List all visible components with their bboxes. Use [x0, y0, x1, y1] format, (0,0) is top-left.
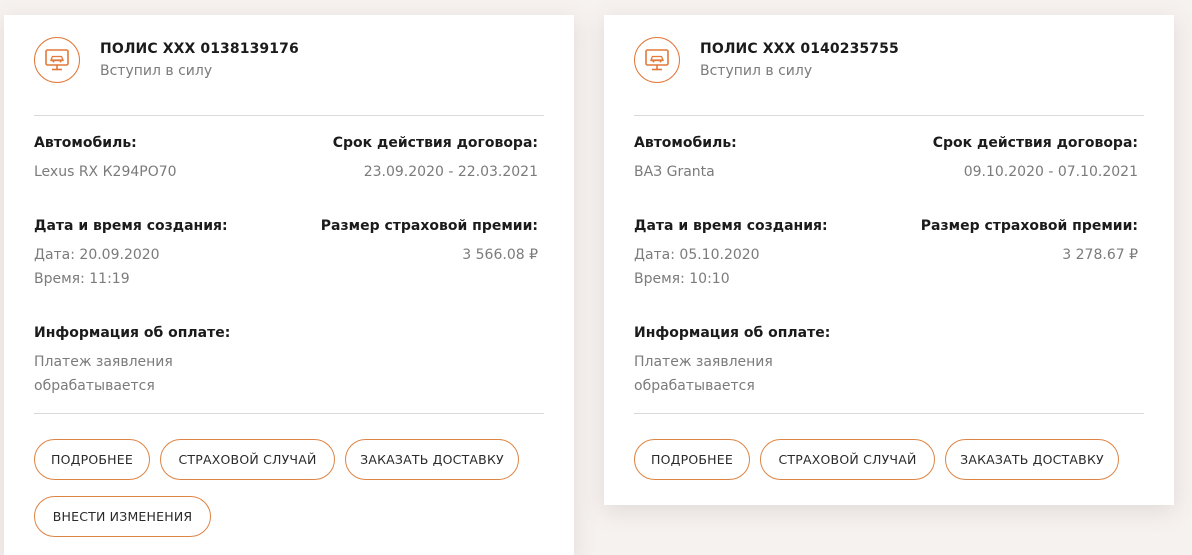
created-label: Дата и время создания: [34, 218, 228, 234]
order-delivery-button[interactable]: ЗАКАЗАТЬ ДОСТАВКУ [945, 439, 1119, 480]
premium-value: 3 566.08 ₽ [462, 247, 538, 263]
policy-title: ПОЛИС XXX 0140235755 [700, 41, 899, 57]
insured-event-button[interactable]: СТРАХОВОЙ СЛУЧАЙ [160, 439, 335, 480]
insured-event-button[interactable]: СТРАХОВОЙ СЛУЧАЙ [760, 439, 935, 480]
policy-card: ПОЛИС XXX 0138139176 Вступил в силу Авто… [4, 15, 574, 555]
car-label: Автомобиль: [634, 135, 737, 151]
payment-line2: обрабатывается [634, 378, 755, 394]
divider [34, 115, 544, 116]
car-value: Lexus RX К294РО70 [34, 164, 177, 180]
policy-status: Вступил в силу [700, 63, 813, 79]
policy-header: ПОЛИС XXX 0138139176 Вступил в силу [34, 37, 554, 89]
payment-label: Информация об оплате: [634, 325, 831, 341]
payment-line1: Платеж заявления [34, 354, 173, 370]
payment-line2: обрабатывается [34, 378, 155, 394]
term-label: Срок действия договора: [332, 135, 538, 151]
term-label: Срок действия договора: [932, 135, 1138, 151]
payment-label: Информация об оплате: [34, 325, 231, 341]
make-changes-button[interactable]: ВНЕСТИ ИЗМЕНЕНИЯ [34, 496, 211, 537]
created-label: Дата и время создания: [634, 218, 828, 234]
policy-card: ПОЛИС XXX 0140235755 Вступил в силу Авто… [604, 15, 1174, 505]
details-button[interactable]: ПОДРОБНЕЕ [34, 439, 150, 480]
divider [634, 115, 1144, 116]
car-monitor-icon [34, 37, 80, 83]
divider [34, 413, 544, 414]
divider [634, 413, 1144, 414]
policy-title: ПОЛИС XXX 0138139176 [100, 41, 299, 57]
premium-label: Размер страховой премии: [920, 218, 1138, 234]
created-date: Дата: 20.09.2020 [34, 247, 160, 263]
policy-header: ПОЛИС XXX 0140235755 Вступил в силу [634, 37, 1154, 89]
created-time: Время: 11:19 [34, 271, 130, 287]
details-button[interactable]: ПОДРОБНЕЕ [634, 439, 750, 480]
car-label: Автомобиль: [34, 135, 137, 151]
created-date: Дата: 05.10.2020 [634, 247, 760, 263]
payment-line1: Платеж заявления [634, 354, 773, 370]
term-value: 09.10.2020 - 07.10.2021 [963, 164, 1138, 180]
order-delivery-button[interactable]: ЗАКАЗАТЬ ДОСТАВКУ [345, 439, 519, 480]
premium-label: Размер страховой премии: [320, 218, 538, 234]
term-value: 23.09.2020 - 22.03.2021 [363, 164, 538, 180]
created-time: Время: 10:10 [634, 271, 730, 287]
premium-value: 3 278.67 ₽ [1062, 247, 1138, 263]
car-monitor-icon [634, 37, 680, 83]
policy-status: Вступил в силу [100, 63, 213, 79]
car-value: ВАЗ Granta [634, 164, 715, 180]
